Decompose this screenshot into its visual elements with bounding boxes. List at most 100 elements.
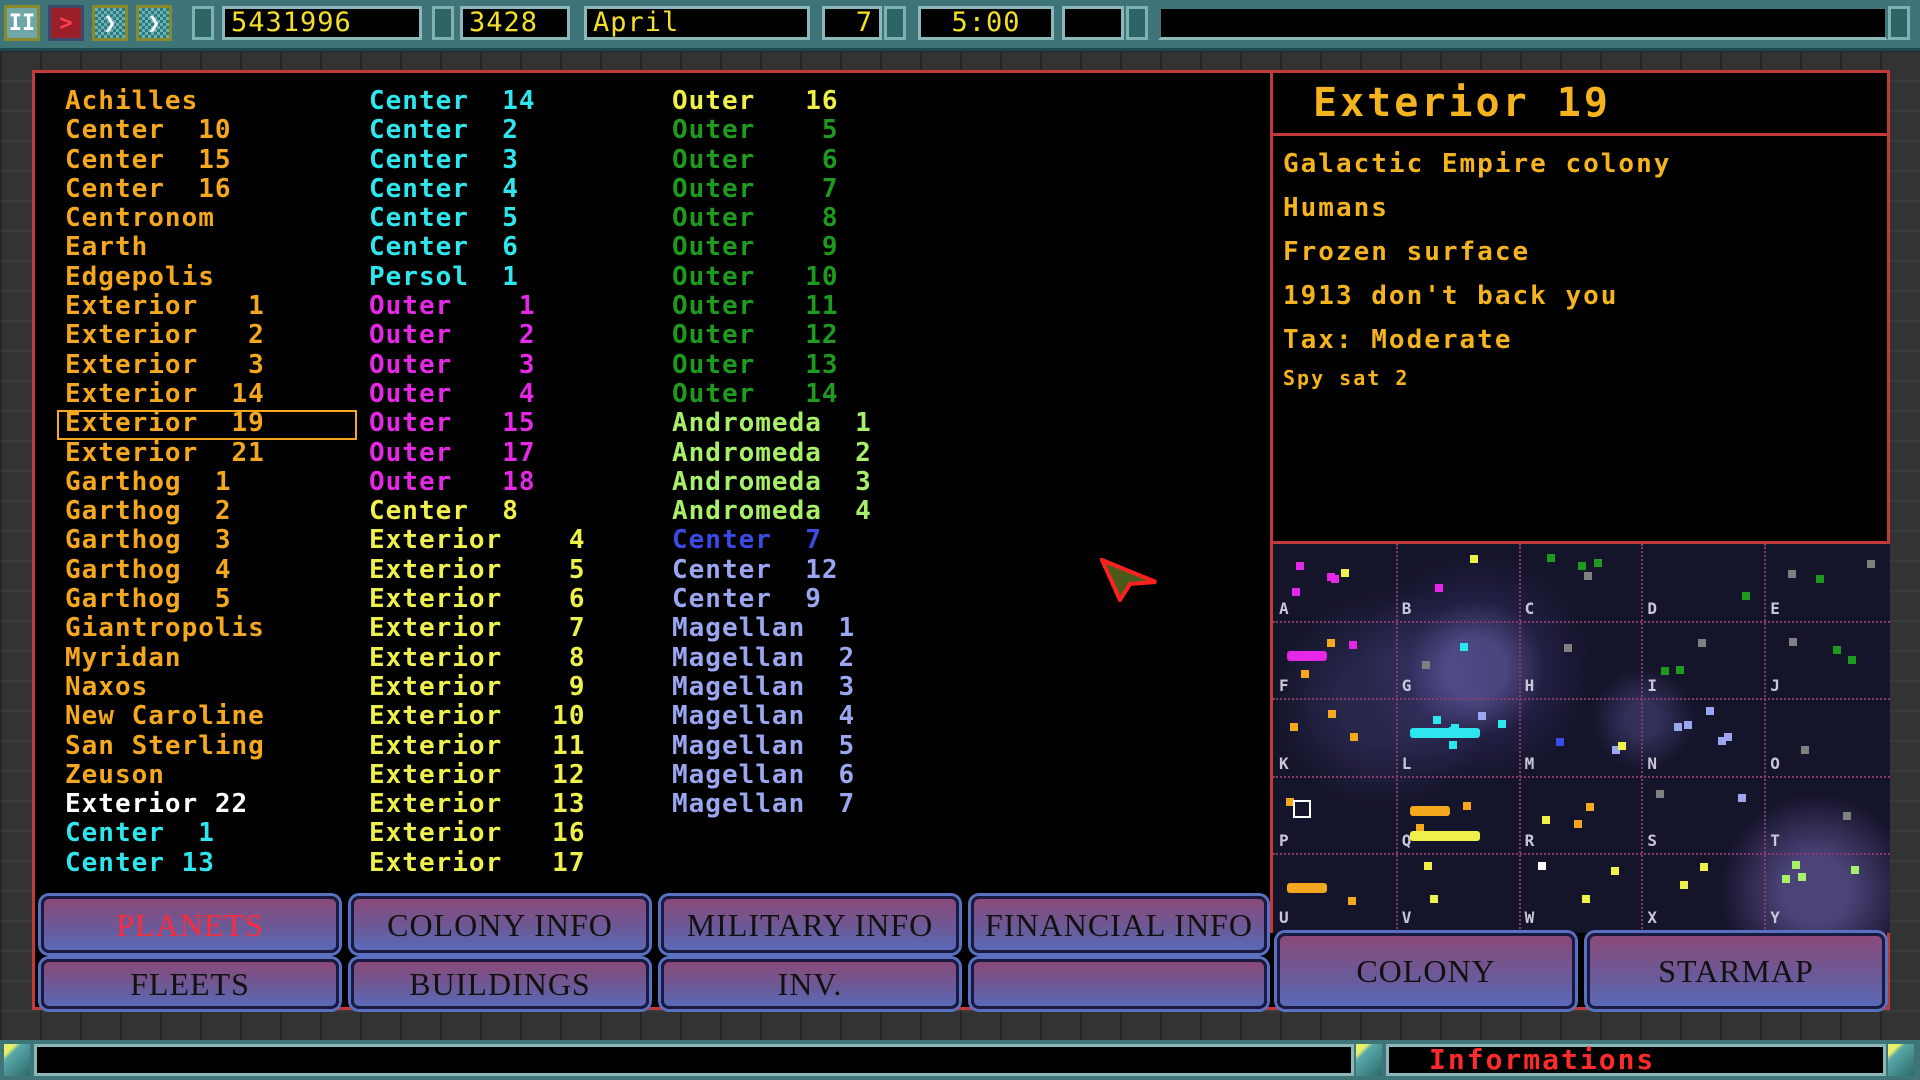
starmap-star[interactable]: [1679, 880, 1688, 889]
planet-list-item[interactable]: Center 13: [65, 848, 265, 878]
planet-list-item[interactable]: Outer 5: [672, 116, 872, 145]
mini-starmap[interactable]: ABCDEFGHIJKLMNOPQRSTUVWXY: [1270, 541, 1890, 933]
starmap-star[interactable]: [1801, 745, 1810, 754]
planet-list-item[interactable]: Outer 8: [672, 204, 872, 233]
planet-list-item[interactable]: Garthog 3: [65, 526, 265, 555]
starmap-fleet-icon[interactable]: [1287, 651, 1327, 662]
planet-list-item[interactable]: Exterior 8: [369, 643, 586, 673]
planet-list-item[interactable]: San Sterling: [65, 731, 265, 761]
starmap-star[interactable]: [1798, 872, 1807, 881]
planet-list-item[interactable]: Exterior 22: [65, 789, 265, 819]
planet-list-item[interactable]: Outer 13: [672, 350, 872, 380]
starmap-star[interactable]: [1340, 568, 1349, 577]
planet-list-item[interactable]: Exterior 17: [369, 848, 586, 878]
planet-list-item[interactable]: Center 10: [65, 116, 265, 145]
starmap-star[interactable]: [1851, 866, 1860, 875]
starmap-star[interactable]: [1478, 711, 1487, 720]
planet-list-item[interactable]: Garthog 2: [65, 497, 265, 526]
planet-list-item[interactable]: Center 7: [672, 526, 872, 555]
fastest-forward-button[interactable]: ❯: [136, 5, 172, 41]
starmap-star[interactable]: [1742, 591, 1751, 600]
planet-list-item[interactable]: Exterior 4: [369, 526, 586, 555]
starmap-star[interactable]: [1347, 896, 1356, 905]
starmap-star[interactable]: [1422, 661, 1431, 670]
planet-list-item[interactable]: Center 9: [672, 584, 872, 614]
starmap-fleet-icon[interactable]: [1409, 728, 1480, 739]
tab-empty[interactable]: [971, 959, 1267, 1009]
starmap-star[interactable]: [1833, 645, 1842, 654]
starmap-star[interactable]: [1655, 789, 1664, 798]
starmap-star[interactable]: [1866, 559, 1875, 568]
planet-list-item[interactable]: Center 6: [369, 233, 586, 262]
starmap-star[interactable]: [1556, 737, 1565, 746]
planet-list-item[interactable]: Outer 4: [369, 379, 586, 409]
planet-list-item[interactable]: Garthog 4: [65, 555, 265, 585]
planet-list-item[interactable]: Center 15: [65, 145, 265, 175]
planet-list-item[interactable]: Zeuson: [65, 760, 265, 790]
starmap-star[interactable]: [1349, 733, 1358, 742]
starmap-star[interactable]: [1327, 572, 1336, 581]
planet-list-item[interactable]: Exterior 7: [369, 614, 586, 643]
planet-list-item[interactable]: Andromeda 3: [672, 467, 872, 497]
planet-list-item[interactable]: Centronom: [65, 204, 265, 233]
starmap-star[interactable]: [1705, 707, 1714, 716]
planet-list-item[interactable]: Exterior 2: [65, 321, 265, 350]
planet-list-item[interactable]: Outer 7: [672, 174, 872, 204]
starmap-star[interactable]: [1327, 710, 1336, 719]
planet-list-item[interactable]: Exterior 9: [369, 672, 586, 702]
planet-list-item[interactable]: Center 1: [65, 819, 265, 848]
starmap-star[interactable]: [1738, 794, 1747, 803]
planet-list-item[interactable]: Outer 11: [672, 291, 872, 321]
planet-list-item-selected[interactable]: Exterior 19: [57, 409, 357, 441]
planet-list-item[interactable]: Garthog 1: [65, 467, 265, 497]
planet-list-item[interactable]: Magellan 1: [672, 614, 872, 643]
starmap-star[interactable]: [1660, 667, 1669, 676]
starmap-button[interactable]: STARMAP: [1587, 933, 1885, 1009]
starmap-star[interactable]: [1594, 558, 1603, 567]
starmap-star[interactable]: [1498, 719, 1507, 728]
planet-list-item[interactable]: Outer 14: [672, 379, 872, 409]
starmap-star[interactable]: [1563, 643, 1572, 652]
starmap-star[interactable]: [1289, 723, 1298, 732]
planet-list-item[interactable]: Center 14: [369, 86, 586, 116]
starmap-star[interactable]: [1459, 642, 1468, 651]
planet-list-item[interactable]: Exterior 5: [369, 555, 586, 585]
starmap-star[interactable]: [1434, 584, 1443, 593]
starmap-fleet-icon[interactable]: [1287, 882, 1327, 893]
planet-list-item[interactable]: Persol 1: [369, 262, 586, 292]
starmap-star[interactable]: [1573, 819, 1582, 828]
planet-list-item[interactable]: Exterior 6: [369, 584, 586, 614]
starmap-star[interactable]: [1463, 801, 1472, 810]
tab-buildings[interactable]: BUILDINGS: [351, 959, 649, 1009]
starmap-star[interactable]: [1698, 638, 1707, 647]
planet-list-item[interactable]: Outer 17: [369, 438, 586, 468]
planet-list-item[interactable]: Myridan: [65, 643, 265, 673]
planet-list-item[interactable]: Center 5: [369, 204, 586, 233]
starmap-star[interactable]: [1610, 866, 1619, 875]
planet-list-item[interactable]: Magellan 3: [672, 672, 872, 702]
starmap-star[interactable]: [1673, 722, 1682, 731]
planet-list-item[interactable]: Center 4: [369, 174, 586, 204]
planet-list-item[interactable]: Exterior 14: [65, 379, 265, 409]
planet-list-item[interactable]: Exterior 10: [369, 702, 586, 731]
planet-list-item[interactable]: Outer 3: [369, 350, 586, 380]
starmap-star[interactable]: [1327, 638, 1336, 647]
tab-fleets[interactable]: FLEETS: [41, 959, 339, 1009]
starmap-star[interactable]: [1432, 716, 1441, 725]
starmap-star[interactable]: [1618, 741, 1627, 750]
message-knob[interactable]: [1888, 6, 1910, 40]
starmap-star[interactable]: [1676, 665, 1685, 674]
planet-list-item[interactable]: Andromeda 1: [672, 409, 872, 438]
planet-list-item[interactable]: Achilles: [65, 86, 265, 116]
starmap-star[interactable]: [1791, 860, 1800, 869]
planet-list-item[interactable]: Outer 9: [672, 233, 872, 262]
planet-list-item[interactable]: Magellan 2: [672, 643, 872, 673]
planet-list-item[interactable]: Earth: [65, 233, 265, 262]
population-knob[interactable]: [432, 6, 454, 40]
starmap-star[interactable]: [1583, 572, 1592, 581]
planet-list-item[interactable]: Exterior 1: [65, 291, 265, 321]
starmap-star[interactable]: [1586, 802, 1595, 811]
planet-list-item[interactable]: Outer 12: [672, 321, 872, 350]
planet-list-item[interactable]: Outer 1: [369, 291, 586, 321]
tab-planets[interactable]: PLANETS: [41, 896, 339, 953]
